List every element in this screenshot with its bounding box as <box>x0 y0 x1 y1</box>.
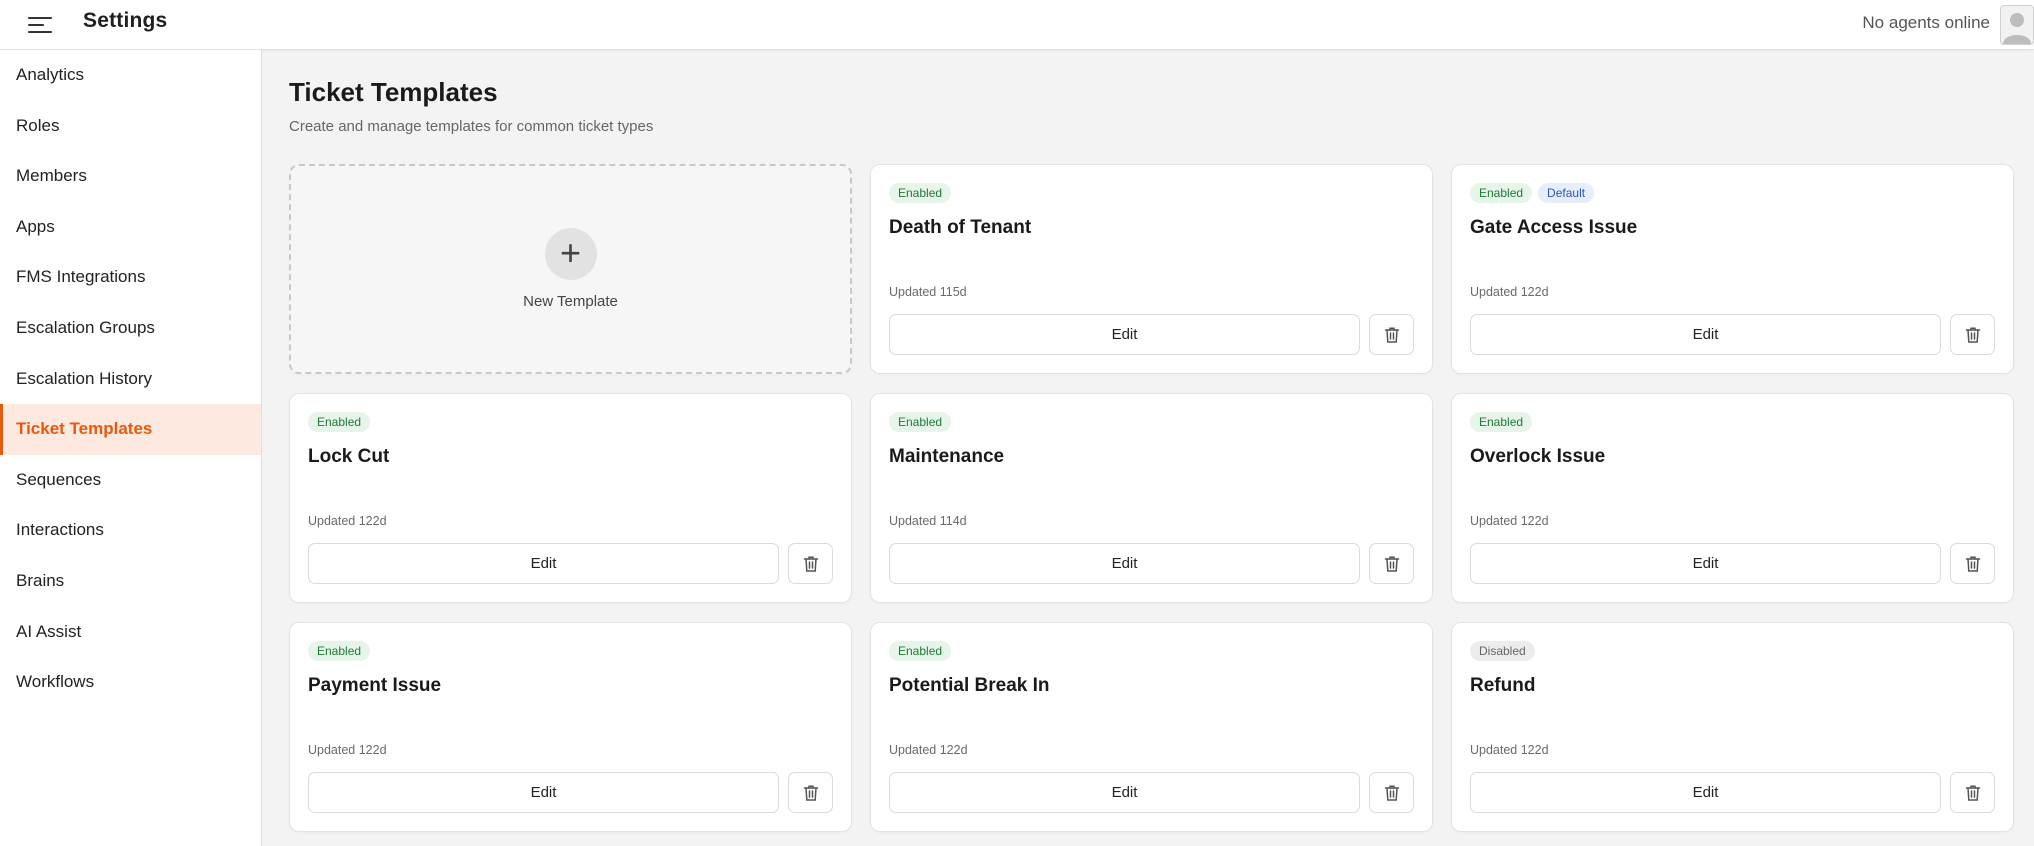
template-title: Overlock Issue <box>1470 446 1606 467</box>
sidebar-item-roles[interactable]: Roles <box>0 101 261 152</box>
updated-timestamp: Updated 122d <box>1470 285 1549 299</box>
template-card-payment-issue: Enabled Payment Issue Updated 122d Edit <box>289 622 852 832</box>
template-card-death-of-tenant: Enabled Death of Tenant Updated 115d Edit <box>870 164 1433 374</box>
page-title: Ticket Templates <box>289 77 498 107</box>
delete-button[interactable] <box>788 772 833 813</box>
settings-sidebar: Analytics Roles Members Apps FMS Integra… <box>0 50 262 846</box>
edit-button[interactable]: Edit <box>1470 314 1941 355</box>
updated-timestamp: Updated 115d <box>889 285 967 299</box>
template-title: Refund <box>1470 675 1536 696</box>
trash-icon <box>1370 784 1413 802</box>
trash-icon <box>1951 326 1994 344</box>
delete-button[interactable] <box>1369 314 1414 355</box>
badge-group: Enabled <box>889 641 952 661</box>
edit-button[interactable]: Edit <box>308 543 779 584</box>
sidebar-item-ticket-templates[interactable]: Ticket Templates <box>0 404 261 455</box>
badge-group: Enabled <box>889 412 952 432</box>
trash-icon <box>789 784 832 802</box>
status-badge: Enabled <box>889 641 952 661</box>
updated-timestamp: Updated 122d <box>1470 743 1549 757</box>
edit-button[interactable]: Edit <box>1470 543 1941 584</box>
edit-button[interactable]: Edit <box>1470 772 1941 813</box>
trash-icon <box>1370 326 1413 344</box>
status-badge: Disabled <box>1470 641 1535 661</box>
main-content: Ticket Templates Create and manage templ… <box>262 50 2034 846</box>
delete-button[interactable] <box>1369 772 1414 813</box>
badge-group: Disabled <box>1470 641 1535 661</box>
status-badge: Enabled <box>1470 412 1533 432</box>
user-avatar[interactable] <box>2000 5 2034 45</box>
default-badge: Default <box>1538 183 1595 203</box>
edit-button[interactable]: Edit <box>889 543 1360 584</box>
sidebar-item-interactions[interactable]: Interactions <box>0 505 261 556</box>
sidebar-item-workflows[interactable]: Workflows <box>0 657 261 708</box>
sidebar-item-fms-integrations[interactable]: FMS Integrations <box>0 252 261 303</box>
template-card-overlock-issue: Enabled Overlock Issue Updated 122d Edit <box>1451 393 2014 603</box>
edit-button[interactable]: Edit <box>308 772 779 813</box>
delete-button[interactable] <box>1950 314 1995 355</box>
top-bar: Settings No agents online <box>0 0 2034 50</box>
status-badge: Enabled <box>889 412 952 432</box>
delete-button[interactable] <box>1369 543 1414 584</box>
delete-button[interactable] <box>788 543 833 584</box>
status-badge: Enabled <box>889 183 952 203</box>
template-card-refund: Disabled Refund Updated 122d Edit <box>1451 622 2014 832</box>
template-title: Potential Break In <box>889 675 1050 696</box>
hamburger-menu-icon[interactable] <box>28 13 54 37</box>
sidebar-item-members[interactable]: Members <box>0 151 261 202</box>
new-template-card[interactable]: + New Template <box>289 164 852 374</box>
status-badge: Enabled <box>308 641 371 661</box>
sidebar-item-apps[interactable]: Apps <box>0 202 261 253</box>
template-title: Maintenance <box>889 446 1005 467</box>
template-card-potential-break-in: Enabled Potential Break In Updated 122d Edi… <box>870 622 1433 832</box>
badge-group: Enabled <box>1470 412 1533 432</box>
new-template-label: New Template <box>523 293 618 310</box>
sidebar-item-escalation-history[interactable]: Escalation History <box>0 354 261 405</box>
badge-group: Enabled <box>889 183 952 203</box>
sidebar-item-sequences[interactable]: Sequences <box>0 455 261 506</box>
trash-icon <box>1951 784 1994 802</box>
delete-button[interactable] <box>1950 543 1995 584</box>
app-title: Settings <box>83 9 168 32</box>
sidebar-item-ai-assist[interactable]: AI Assist <box>0 607 261 658</box>
trash-icon <box>789 555 832 573</box>
template-title: Gate Access Issue <box>1470 217 1638 238</box>
updated-timestamp: Updated 122d <box>308 514 387 528</box>
badge-group: Enabled <box>308 412 371 432</box>
updated-timestamp: Updated 122d <box>889 743 968 757</box>
badge-group: Enabled Default <box>1470 183 1595 203</box>
agents-status: No agents online <box>1862 13 1990 32</box>
user-avatar-icon <box>2003 13 2031 44</box>
delete-button[interactable] <box>1950 772 1995 813</box>
badge-group: Enabled <box>308 641 371 661</box>
plus-icon: + <box>544 228 597 280</box>
updated-timestamp: Updated 114d <box>889 514 967 528</box>
edit-button[interactable]: Edit <box>889 772 1360 813</box>
template-card-maintenance: Enabled Maintenance Updated 114d Edit <box>870 393 1433 603</box>
trash-icon <box>1370 555 1413 573</box>
status-badge: Enabled <box>1470 183 1533 203</box>
sidebar-item-brains[interactable]: Brains <box>0 556 261 607</box>
edit-button[interactable]: Edit <box>889 314 1360 355</box>
trash-icon <box>1951 555 1994 573</box>
template-title: Lock Cut <box>308 446 390 467</box>
template-title: Death of Tenant <box>889 217 1032 238</box>
template-grid: + New Template Enabled Death of Tenant Upd… <box>289 164 2014 832</box>
template-card-lock-cut: Enabled Lock Cut Updated 122d Edit <box>289 393 852 603</box>
template-card-gate-access-issue: Enabled Default Gate Access Issue Updated 1… <box>1451 164 2014 374</box>
updated-timestamp: Updated 122d <box>1470 514 1549 528</box>
sidebar-item-analytics[interactable]: Analytics <box>0 50 261 101</box>
page-subtitle: Create and manage templates for common t… <box>289 118 654 135</box>
sidebar-item-escalation-groups[interactable]: Escalation Groups <box>0 303 261 354</box>
updated-timestamp: Updated 122d <box>308 743 387 757</box>
template-title: Payment Issue <box>308 675 442 696</box>
status-badge: Enabled <box>308 412 371 432</box>
